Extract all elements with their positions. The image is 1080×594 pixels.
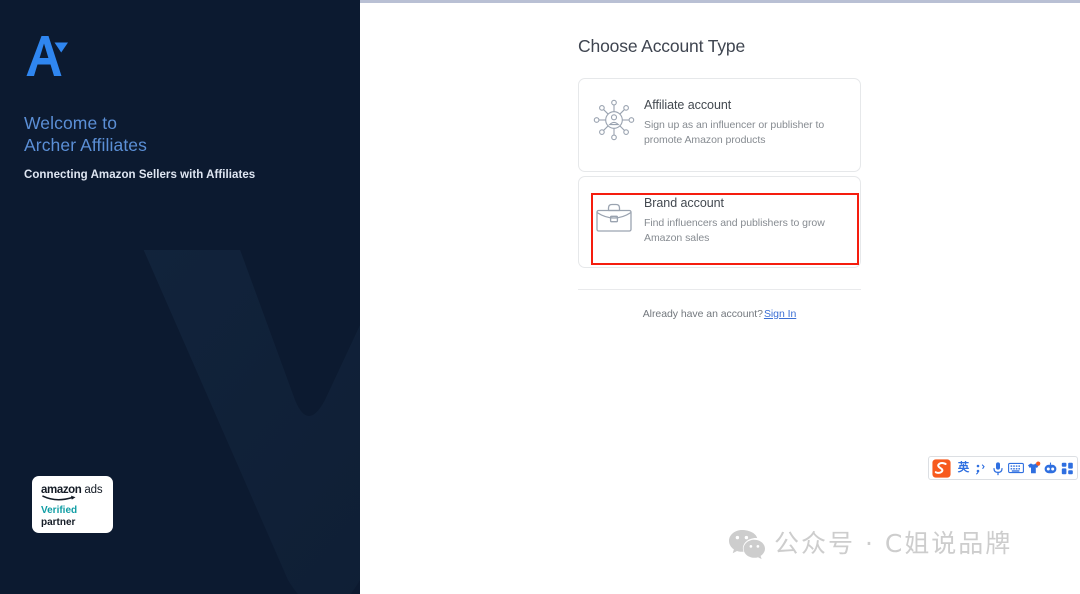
brand-card-text: Brand account Find influencers and publi… (644, 192, 846, 245)
welcome-heading: Welcome to Archer Affiliates (24, 112, 324, 156)
sidebar-panel: Welcome to Archer Affiliates Connecting … (0, 0, 360, 594)
ime-punctuation-button[interactable] (972, 458, 989, 478)
wechat-icon (729, 530, 765, 560)
robot-icon (1044, 462, 1057, 473)
microphone-icon (992, 461, 1003, 475)
apps-grid-icon (1061, 462, 1073, 474)
page-root: Welcome to Archer Affiliates Connecting … (0, 0, 1080, 594)
footer-divider (578, 289, 861, 290)
signin-prompt-row: Already have an account?Sign In (578, 308, 861, 320)
ime-voice-input-button[interactable] (989, 458, 1006, 478)
ime-soft-keyboard-button[interactable] (1006, 458, 1025, 478)
badge-partner-label: partner (41, 517, 76, 528)
sidebar-tagline: Connecting Amazon Sellers with Affiliate… (24, 169, 256, 181)
sogou-s-icon[interactable] (931, 458, 952, 479)
affiliate-card-description: Sign up as an influencer or publisher to… (644, 119, 825, 146)
account-type-card-brand[interactable]: Brand account Find influencers and publi… (578, 176, 861, 268)
archer-a-logo-icon (26, 36, 68, 76)
account-type-card-affiliate[interactable]: Affiliate account Sign up as an influenc… (578, 78, 861, 172)
amazon-smile-icon (42, 495, 76, 501)
watermark-text: 公众号 · C姐说品牌 (774, 529, 1013, 558)
amazon-ads-verified-partner-badge: amazon ads Verified partner (32, 476, 113, 533)
keyboard-icon (1007, 462, 1024, 474)
skin-icon (1028, 461, 1041, 473)
brand-card-title: Brand account (644, 196, 724, 210)
ime-language-toggle[interactable]: 英 (955, 458, 972, 478)
briefcase-icon (596, 203, 632, 232)
ime-apps-button[interactable] (1059, 458, 1076, 478)
page-title: Choose Account Type (578, 36, 746, 56)
sogou-ime-toolbar[interactable]: 英 (928, 456, 1078, 480)
affiliate-card-text: Affiliate account Sign up as an influenc… (644, 94, 846, 147)
wechat-watermark: 公众号 · C姐说品牌 (728, 528, 1012, 560)
network-person-icon (593, 99, 635, 141)
ime-assistant-button[interactable] (1042, 458, 1059, 478)
amazon-ads-wordmark: amazon ads (41, 484, 104, 501)
ads-word: ads (84, 484, 103, 496)
brand-card-description: Find influencers and publishers to grow … (644, 217, 825, 244)
welcome-line-1: Welcome to (24, 113, 118, 133)
welcome-line-2: Archer Affiliates (24, 135, 147, 155)
affiliate-card-title: Affiliate account (644, 98, 732, 112)
punctuation-icon (976, 463, 985, 474)
ime-skin-button[interactable] (1025, 458, 1042, 478)
ime-language-label: 英 (957, 462, 970, 474)
main-content: Choose Account Type Affiliate account Si… (360, 3, 1080, 594)
badge-verified-label: Verified (41, 505, 78, 516)
signin-prompt-text: Already have an account? (642, 308, 763, 320)
sign-in-link[interactable]: Sign In (764, 308, 796, 320)
